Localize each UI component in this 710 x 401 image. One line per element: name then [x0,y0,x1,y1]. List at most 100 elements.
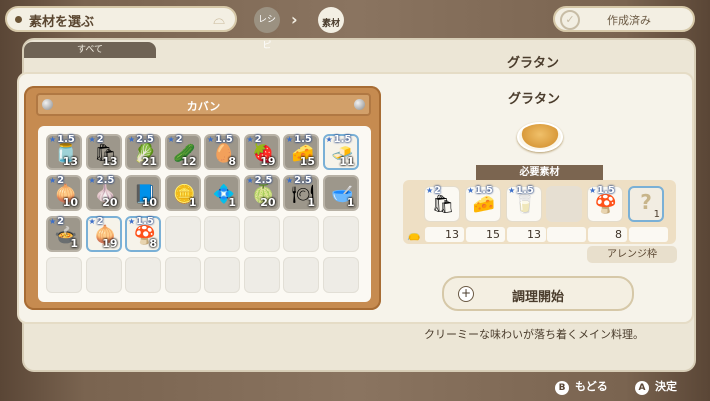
item-quantity: 1 [228,196,236,209]
crafted-label: 作成済み [607,14,651,27]
bag-item[interactable]: 🧅219 [85,216,122,252]
item-quantity: 15 [299,155,315,168]
empty-slot [204,216,240,252]
screen-title: 素材を選ぶ [29,15,95,30]
arrange-slot-label: アレンジ枠 [587,246,677,263]
nav-arrow-icon: › [291,10,298,29]
star-rating: 1.5 [508,185,534,196]
bag-item[interactable]: 🍲21 [46,216,82,252]
arrange-slot[interactable]: ? 1 [628,186,664,222]
star-rating: 1.5 [467,185,493,196]
empty-ingredient-slot[interactable] [546,186,582,222]
bag-header: カバン [36,93,371,116]
star-rating: 1.5 [286,134,312,145]
item-quantity: 20 [102,196,118,209]
empty-slot [283,216,319,252]
start-cooking-label: 調理開始 [511,290,564,305]
item-quantity: 21 [141,155,157,168]
item-quantity: 20 [260,196,276,209]
owned-count [547,227,586,242]
bag-title: カバン [186,100,221,113]
bag-item[interactable]: 🥣 1 [322,175,359,211]
back-button[interactable]: B もどる [555,378,608,395]
star-rating: 2 [426,185,441,196]
check-icon: ✓ [560,10,580,30]
star-rating: 2.5 [89,175,115,186]
item-quantity: 8 [228,155,236,168]
confirm-label: 決定 [655,380,677,393]
screen-title-bar: 素材を選ぶ ⌓ [5,6,237,32]
empty-slot [125,257,161,293]
background-dish-title: グラタン [507,56,560,71]
empty-slot [283,257,319,293]
arrange-have [629,227,668,242]
empty-slot [164,216,201,252]
item-quantity: 1 [346,196,355,209]
empty-slot [243,216,280,252]
bag-item[interactable]: 🥒212 [164,134,201,170]
item-quantity: 10 [141,196,157,209]
star-rating: 2 [89,216,104,227]
star-rating: 1.5 [589,185,615,196]
item-quantity: 12 [181,155,197,168]
title-dot-icon [15,16,22,23]
bag-item[interactable]: 🧀1.515 [283,134,319,170]
bag-item[interactable]: 💠 1 [204,175,240,211]
owned-count: 15 [466,227,505,242]
rivet-icon [354,99,365,110]
item-quantity: 19 [102,237,118,250]
star-rating: 2.5 [128,134,154,145]
empty-slot [46,257,82,293]
a-button-icon: A [635,381,649,395]
star-rating: 2 [247,134,262,145]
star-rating: 1.5 [128,216,154,227]
bag-item[interactable]: 🧈1.511 [322,134,359,170]
bag-item[interactable]: 🍽2.51 [283,175,319,211]
b-button-icon: B [555,381,569,395]
cloche-icon: ⌓ [213,10,225,28]
bag-item[interactable]: 🧄2.520 [85,175,122,211]
bag-item[interactable]: 🥬2.521 [125,134,161,170]
item-quantity: 11 [339,155,355,168]
nav-recipe-button[interactable]: レシピ [254,7,280,51]
star-rating: 2.5 [286,175,312,186]
owned-count: 13 [425,227,464,242]
empty-slot [322,257,359,293]
empty-slot [85,257,122,293]
bag-item[interactable]: 🧅210 [46,175,82,211]
owned-count: 13 [507,227,546,242]
back-label: もどる [575,380,608,393]
required-ingredient-slot[interactable]: 🥛1.5 [506,185,542,222]
nav-material-button[interactable]: 素材 [318,7,344,33]
item-quantity: 8 [149,237,157,250]
required-ingredient-slot[interactable]: 🧀1.5 [465,185,501,222]
bag-item[interactable]: 🥚1.58 [204,134,240,170]
required-ingredient-slot[interactable]: 🍄1.5 [587,185,623,222]
empty-slot [204,257,240,293]
star-rating: 2 [49,175,64,186]
item-quantity: 10 [62,196,78,209]
star-rating: 1.5 [49,134,75,145]
bag-item[interactable]: 🪙 1 [164,175,201,211]
owned-count: 8 [588,227,627,242]
star-rating: 2 [89,134,104,145]
required-ingredient-slot[interactable]: 🛍2 [424,185,460,222]
star-rating: 2 [168,134,183,145]
bag-item[interactable]: 🍈2.520 [243,175,280,211]
tab-all[interactable]: すべて [24,42,156,58]
required-materials-label: 必要素材 [476,165,603,180]
bag-item[interactable]: 📘 10 [125,175,161,211]
star-rating: 2.5 [247,175,273,186]
crafted-toggle[interactable]: ✓ 作成済み [553,6,695,32]
star-rating: 1.5 [326,134,352,145]
start-cooking-button[interactable]: + 調理開始 [442,276,634,311]
confirm-button[interactable]: A 決定 [635,378,677,395]
bag-item[interactable]: 🍄1.58 [125,216,161,252]
empty-slot [164,257,201,293]
bag-item[interactable]: 🛍213 [85,134,122,170]
item-quantity: 1 [70,237,78,250]
bag-item[interactable]: 🍓219 [243,134,280,170]
item-quantity: 13 [102,155,118,168]
item-quantity: 19 [260,155,276,168]
bag-item[interactable]: 🫙1.513 [46,134,82,170]
